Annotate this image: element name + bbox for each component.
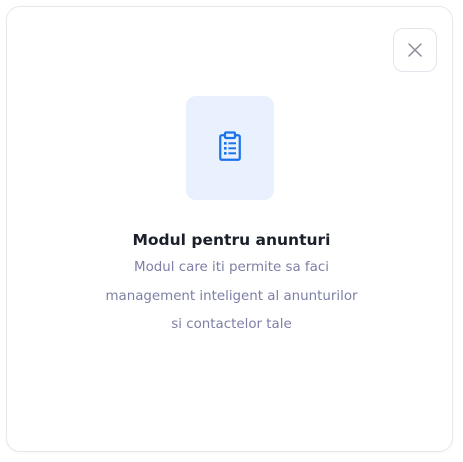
close-icon bbox=[407, 42, 423, 58]
module-description-line-3: si contactelor tale bbox=[171, 317, 292, 332]
module-icon-tile bbox=[186, 96, 274, 200]
clipboard-list-icon bbox=[219, 130, 241, 166]
module-title: Modul pentru anunturi bbox=[132, 231, 331, 249]
module-description-line-2: management inteligent al anunturilor bbox=[105, 289, 358, 304]
close-button[interactable] bbox=[393, 28, 437, 72]
module-description-line-1: Modul care iti permite sa faci bbox=[134, 260, 329, 275]
